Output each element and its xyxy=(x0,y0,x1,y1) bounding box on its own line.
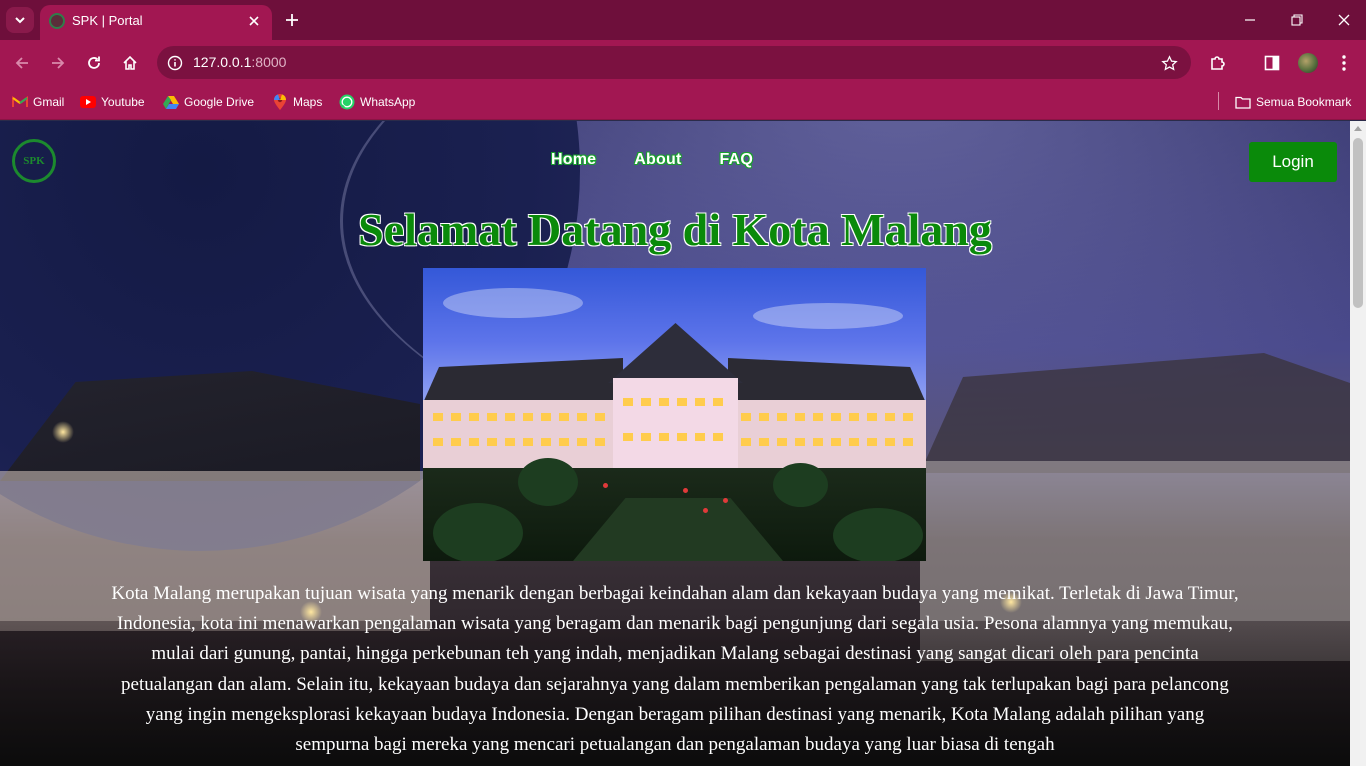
site-favicon-icon xyxy=(49,13,65,29)
nav-about-link[interactable]: About xyxy=(634,151,681,169)
close-window-button[interactable] xyxy=(1332,8,1356,32)
active-tab[interactable]: SPK | Portal xyxy=(40,5,272,40)
gmail-icon xyxy=(12,94,28,110)
site-nav: Home About FAQ xyxy=(551,151,753,169)
login-button[interactable]: Login xyxy=(1249,142,1337,182)
browser-tab-bar: SPK | Portal xyxy=(0,0,1366,40)
extensions-button[interactable] xyxy=(1205,50,1231,76)
home-button[interactable] xyxy=(117,50,143,76)
restore-icon xyxy=(1291,14,1303,26)
bookmarks-divider xyxy=(1218,92,1219,110)
side-panel-icon xyxy=(1264,55,1280,71)
whatsapp-icon xyxy=(339,94,355,110)
scrollbar-thumb[interactable] xyxy=(1353,138,1363,308)
bookmark-label: WhatsApp xyxy=(360,95,416,109)
tab-title: SPK | Portal xyxy=(72,13,143,28)
reload-icon xyxy=(88,56,100,69)
plus-icon xyxy=(286,14,298,26)
folder-icon xyxy=(1235,94,1251,110)
new-tab-button[interactable] xyxy=(281,9,303,31)
city-hall-image xyxy=(423,268,926,561)
back-button[interactable] xyxy=(9,50,35,76)
close-icon xyxy=(249,16,259,26)
arrow-right-icon xyxy=(52,57,65,69)
page-viewport: SPK Home About FAQ Login Selamat Datang … xyxy=(0,121,1350,766)
google-drive-icon xyxy=(163,94,179,110)
address-bar[interactable]: 127.0.0.1:8000 xyxy=(157,46,1191,79)
minimize-icon xyxy=(1245,19,1255,21)
hero-title: Selamat Datang di Kota Malang xyxy=(358,204,992,255)
star-icon xyxy=(1160,54,1178,71)
url-host: 127.0.0.1 xyxy=(193,54,252,70)
close-icon xyxy=(1338,14,1350,26)
bookmark-label: Maps xyxy=(293,95,323,109)
browser-toolbar: 127.0.0.1:8000 xyxy=(0,40,1366,85)
scroll-up-arrow-icon[interactable] xyxy=(1354,126,1362,131)
bookmark-label: Google Drive xyxy=(184,95,255,109)
bookmarks-bar: Gmail Youtube Google Drive Maps WhatsApp… xyxy=(0,85,1366,120)
more-vertical-icon xyxy=(1342,55,1346,71)
minimize-button[interactable] xyxy=(1238,8,1262,32)
side-panel-button[interactable] xyxy=(1259,50,1285,76)
page-scrollbar[interactable] xyxy=(1350,121,1366,766)
all-bookmarks-label: Semua Bookmark xyxy=(1256,95,1352,109)
profile-button[interactable] xyxy=(1295,50,1321,76)
bookmark-label: Youtube xyxy=(101,95,145,109)
arrow-left-icon xyxy=(15,57,28,69)
bookmark-label: Gmail xyxy=(33,95,65,109)
url-text: 127.0.0.1:8000 xyxy=(193,54,286,70)
avatar xyxy=(1298,53,1318,73)
puzzle-icon xyxy=(1211,56,1225,70)
tab-close-button[interactable] xyxy=(244,11,264,31)
chevron-down-icon xyxy=(15,17,25,24)
bookmark-youtube[interactable]: Youtube xyxy=(80,92,145,112)
home-icon xyxy=(123,55,137,70)
bookmark-star-button[interactable] xyxy=(1159,53,1179,73)
bookmark-maps[interactable]: Maps xyxy=(272,92,322,112)
info-icon xyxy=(167,55,182,70)
bookmark-gmail[interactable]: Gmail xyxy=(12,92,64,112)
all-bookmarks-button[interactable]: Semua Bookmark xyxy=(1235,92,1351,112)
reload-button[interactable] xyxy=(81,50,107,76)
url-port: :8000 xyxy=(251,54,287,70)
maps-icon xyxy=(272,94,288,110)
tab-search-button[interactable] xyxy=(6,7,34,33)
menu-button[interactable] xyxy=(1331,50,1357,76)
bookmark-whatsapp[interactable]: WhatsApp xyxy=(339,92,415,112)
forward-button[interactable] xyxy=(45,50,71,76)
restore-button[interactable] xyxy=(1285,8,1309,32)
nav-home-link[interactable]: Home xyxy=(551,151,596,169)
bookmark-google-drive[interactable]: Google Drive xyxy=(163,92,254,112)
nav-faq-link[interactable]: FAQ xyxy=(719,151,753,169)
site-info-button[interactable] xyxy=(165,53,184,72)
site-logo-text: SPK xyxy=(23,155,45,167)
youtube-icon xyxy=(80,94,96,110)
site-logo[interactable]: SPK xyxy=(12,139,56,183)
hero-description: Kota Malang merupakan tujuan wisata yang… xyxy=(111,583,1239,756)
